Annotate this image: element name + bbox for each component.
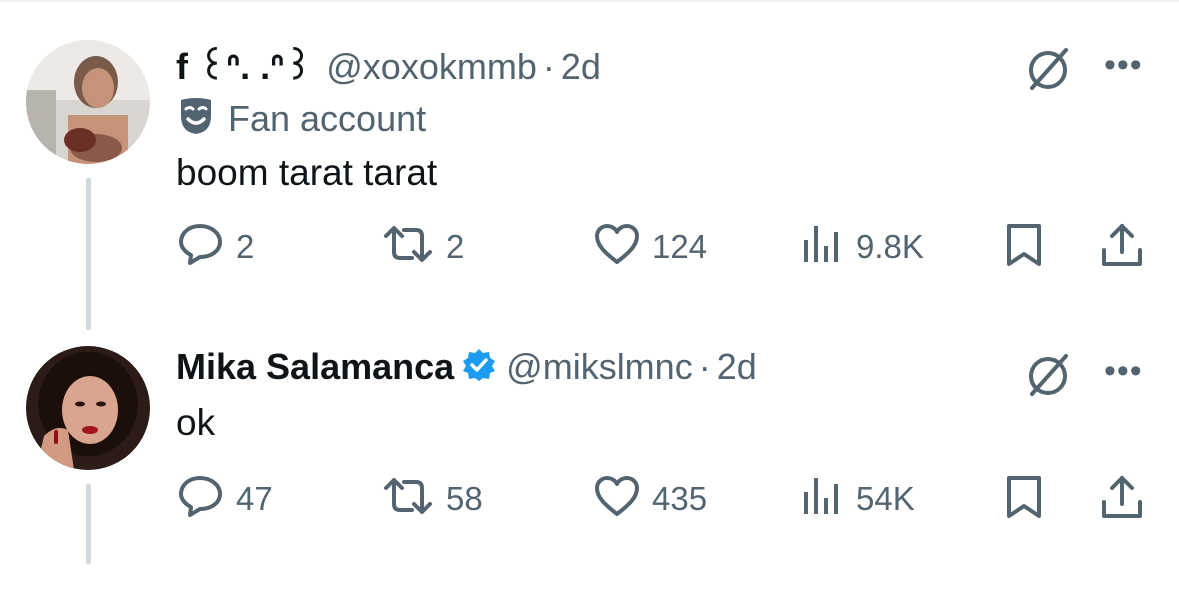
like-count: 435	[652, 479, 708, 517]
thread-line	[86, 484, 91, 564]
tweet-1[interactable]: f ꒰ᐢ. .ᐢ꒱ @xoxokmmb · 2d ••• Fan account…	[0, 0, 1179, 330]
view-count: 9.8K	[856, 227, 924, 265]
reply-icon	[178, 474, 224, 523]
like-button[interactable]: 124	[594, 222, 707, 271]
share-button[interactable]	[1100, 222, 1144, 273]
user-handle[interactable]: @xoxokmmb	[326, 46, 537, 88]
views-chart-icon	[800, 474, 844, 523]
views-chart-icon	[800, 222, 844, 271]
display-name[interactable]: f ꒰ᐢ. .ᐢ꒱	[176, 40, 312, 88]
verified-badge-icon[interactable]	[462, 348, 496, 387]
reply-count: 47	[236, 479, 273, 517]
grok-icon[interactable]	[1022, 348, 1076, 407]
tweet-text: ok	[176, 402, 216, 443]
separator-dot: ·	[542, 46, 555, 87]
bookmark-button[interactable]	[1004, 222, 1044, 273]
thread-line	[86, 178, 91, 330]
more-icon[interactable]: •••	[1104, 352, 1143, 391]
heart-icon	[594, 474, 640, 523]
like-count: 124	[652, 227, 708, 265]
bookmark-icon	[1004, 474, 1044, 525]
tweet-text: boom tarat tarat	[176, 152, 438, 193]
reply-button[interactable]: 47	[178, 474, 273, 523]
grok-icon[interactable]	[1022, 42, 1076, 101]
fan-account-label: Fan account	[228, 97, 427, 139]
reply-icon	[178, 222, 224, 271]
user-handle[interactable]: @mikslmnc	[506, 346, 693, 388]
view-count: 54K	[856, 479, 915, 517]
reply-count: 2	[236, 227, 255, 265]
share-icon	[1100, 222, 1144, 273]
like-button[interactable]: 435	[594, 474, 707, 523]
retweet-icon	[382, 222, 434, 271]
retweet-count: 2	[446, 227, 465, 265]
retweet-icon	[382, 474, 434, 523]
separator-dot: ·	[698, 346, 711, 387]
tweet-2[interactable]: Mika Salamanca @mikslmnc · 2d ••• ok 47	[0, 330, 1179, 590]
timestamp[interactable]: 2d	[561, 46, 601, 88]
bookmark-button[interactable]	[1004, 474, 1044, 525]
reply-button[interactable]: 2	[178, 222, 254, 271]
share-button[interactable]	[1100, 474, 1144, 525]
avatar[interactable]	[26, 40, 150, 164]
retweet-button[interactable]: 58	[382, 474, 483, 523]
bookmark-icon	[1004, 222, 1044, 273]
views-button[interactable]: 9.8K	[800, 222, 924, 271]
views-button[interactable]: 54K	[800, 474, 915, 523]
fan-mask-icon	[178, 96, 214, 141]
timestamp[interactable]: 2d	[717, 346, 757, 388]
display-name[interactable]: Mika Salamanca	[176, 346, 454, 388]
share-icon	[1100, 474, 1144, 525]
more-icon[interactable]: •••	[1104, 46, 1143, 85]
retweet-button[interactable]: 2	[382, 222, 464, 271]
avatar[interactable]	[26, 346, 150, 470]
retweet-count: 58	[446, 479, 483, 517]
heart-icon	[594, 222, 640, 271]
